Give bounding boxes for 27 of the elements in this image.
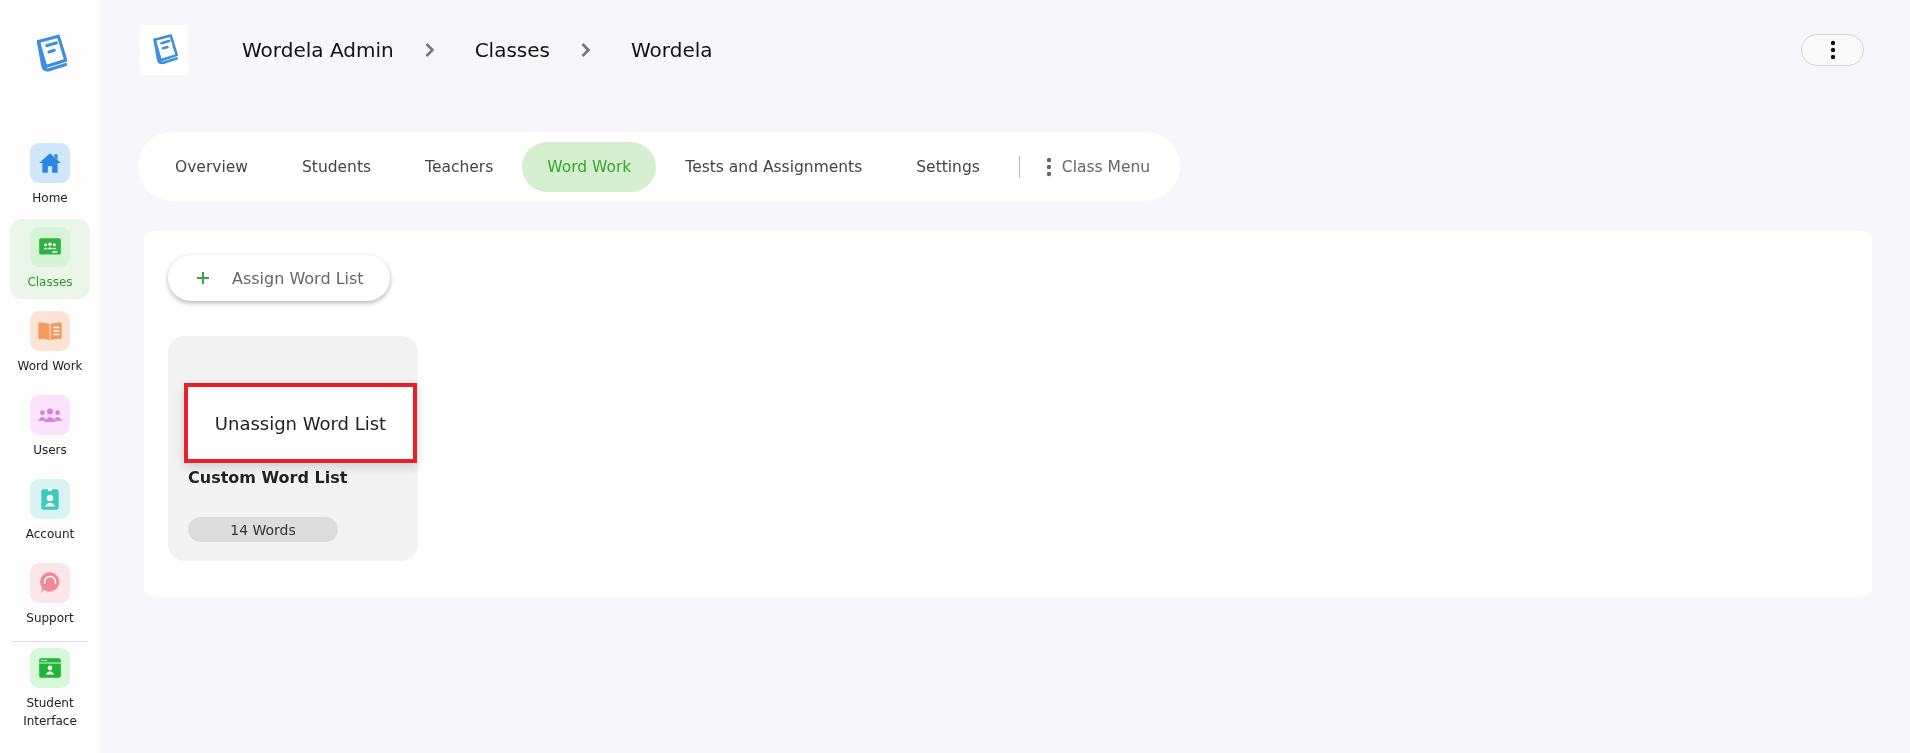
book-logo-icon: [140, 25, 188, 75]
class-menu-button[interactable]: Class Menu: [1033, 141, 1163, 192]
browser-person-icon: [37, 655, 63, 681]
more-button[interactable]: [1801, 34, 1864, 66]
tab[interactable]: Settings: [891, 141, 1005, 192]
sidebar-item[interactable]: Word Work: [10, 303, 90, 383]
sidebar-item[interactable]: Users: [10, 387, 90, 467]
sidebar-item[interactable]: Account: [10, 471, 90, 551]
sidebar-item[interactable]: Student Interface: [10, 648, 90, 730]
plus-icon: [196, 271, 210, 285]
menu-item[interactable]: Unassign Word List: [214, 412, 387, 434]
tab[interactable]: Overview: [150, 141, 273, 192]
more-vertical-icon: [1045, 156, 1052, 177]
tab[interactable]: Teachers: [400, 141, 519, 192]
assign-word-list-button[interactable]: Assign Word List: [168, 255, 390, 301]
word-list-title: Custom Word List: [188, 468, 349, 487]
breadcrumb-link[interactable]: Wordela: [630, 38, 713, 62]
tab[interactable]: Tests and Assignments: [660, 141, 888, 192]
sidebar-item[interactable]: Home: [10, 135, 90, 215]
chevron-right-icon: [423, 42, 435, 58]
breadcrumb-link[interactable]: Classes: [474, 38, 550, 62]
word-count-badge: 14 Words: [188, 517, 338, 542]
more-vertical-icon: [1829, 40, 1836, 60]
sidebar-item[interactable]: Support: [10, 555, 90, 635]
tab[interactable]: Students: [277, 141, 397, 192]
breadcrumb-link[interactable]: Wordela Admin: [242, 38, 394, 62]
chevron-right-icon: [579, 42, 591, 58]
